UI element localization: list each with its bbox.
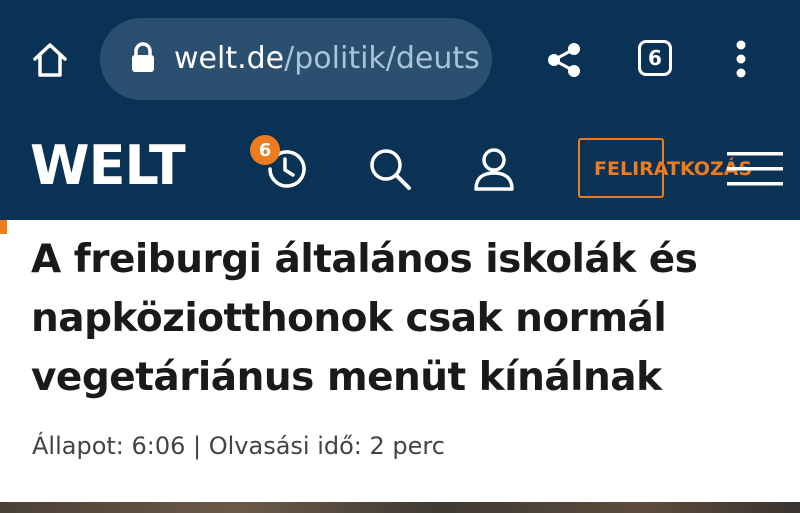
more-vert-icon[interactable] xyxy=(734,40,748,78)
home-icon[interactable] xyxy=(30,40,70,80)
menu-icon[interactable] xyxy=(727,152,783,186)
site-top-bar: welt.de/politik/deuts 6 WELT 6 FELIRATKO… xyxy=(0,0,800,220)
search-icon[interactable] xyxy=(367,146,413,192)
history-count-badge: 6 xyxy=(250,135,280,165)
address-bar[interactable]: welt.de/politik/deuts xyxy=(100,18,492,100)
url-domain: welt.de xyxy=(174,41,285,76)
section-accent xyxy=(0,220,7,234)
url-text: welt.de/politik/deuts xyxy=(174,41,480,77)
user-icon[interactable] xyxy=(472,146,516,192)
tab-switcher-button[interactable]: 6 xyxy=(638,40,672,76)
share-icon[interactable] xyxy=(545,40,583,80)
site-logo[interactable]: WELT xyxy=(30,138,195,194)
lock-icon xyxy=(132,42,154,72)
article-headline: A freiburgi általános iskolák és napközi… xyxy=(31,237,698,400)
url-path: /politik/deuts xyxy=(284,41,480,76)
article-meta: Állapot: 6:06 | Olvasási idő: 2 perc xyxy=(32,432,445,460)
article-image xyxy=(0,502,800,513)
